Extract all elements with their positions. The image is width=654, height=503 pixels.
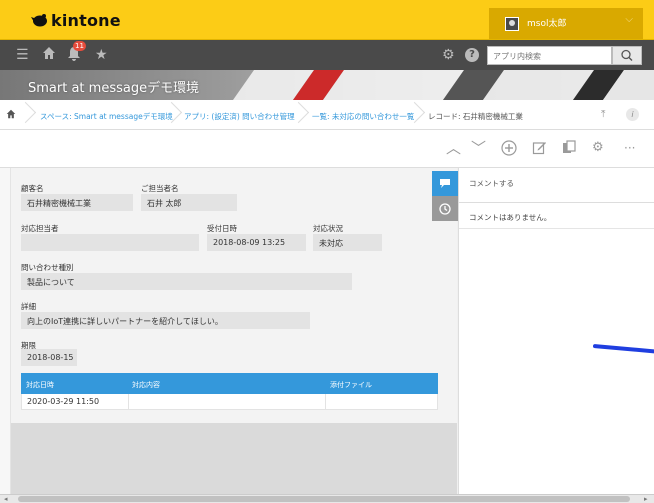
detail-value: 向上のIoT連携に詳しいパートナーを紹介してほしい。 [21,312,310,329]
user-avatar-icon [505,17,519,31]
record-footer-area [11,423,457,496]
horizontal-scrollbar[interactable]: ◂ ▸ [0,494,654,503]
global-nav: ☰ 11 ★ ⚙ ? アプリ内検索 [0,40,654,70]
history-icon [439,202,451,215]
subtable-cell: 2020-03-29 11:50 [27,397,100,406]
info-icon[interactable]: i [626,108,639,121]
received-label: 受付日時 [207,224,237,233]
home-icon[interactable] [6,109,16,121]
record-toolbar: ︿ ﹀ ⚙ ··· [0,130,654,168]
search-icon [621,49,633,61]
contact-label: ご担当者名 [141,184,179,193]
no-comments-text: コメントはありません。 [469,213,552,222]
status-label: 対応状況 [313,224,343,233]
comment-icon [440,179,450,188]
logo-text: kintone [51,10,121,30]
subtable-header-cell: 対応内容 [132,381,160,389]
home-icon[interactable] [42,46,56,65]
side-panel-tabs [432,171,458,221]
received-value: 2018-08-09 13:25 [207,234,306,251]
type-label: 問い合わせ種別 [21,263,74,272]
more-icon[interactable]: ··· [624,140,635,156]
breadcrumb-separator [291,100,301,130]
customer-label: 顧客名 [21,184,44,193]
pin-icon[interactable]: ⤒ [601,109,605,120]
space-title: Smart at messageデモ環境 [28,81,200,96]
comment-tab[interactable] [432,171,458,196]
deadline-value: 2018-08-15 [21,349,77,366]
user-name: msol太郎 [527,19,567,29]
scrollbar-thumb[interactable] [18,496,630,502]
breadcrumb-space[interactable]: スペース: Smart at messageデモ環境 [40,111,173,122]
gear-icon[interactable]: ⚙ [592,140,604,156]
edit-icon[interactable] [532,140,547,160]
contact-value: 石井 太郎 [141,194,237,211]
assignee-label: 対応担当者 [21,224,59,233]
breadcrumb-separator [407,100,417,130]
search-button[interactable] [612,46,642,65]
menu-icon[interactable]: ☰ [16,46,29,64]
subtable-header: 対応日時 対応内容 添付ファイル [21,373,438,394]
breadcrumb-app[interactable]: アプリ: (設定済) 問い合わせ管理 [184,111,295,122]
scroll-right-icon[interactable]: ▸ [644,495,648,503]
status-value: 未対応 [313,234,382,251]
response-subtable: 対応日時 対応内容 添付ファイル 2020-03-29 11:50 [21,373,438,410]
notification-badge: 11 [73,41,86,51]
table-row: 2020-03-29 11:50 [21,394,438,410]
left-gutter [0,130,11,494]
type-value: 製品について [21,273,352,290]
subtable-header-cell: 添付ファイル [330,381,372,389]
breadcrumb-view[interactable]: 一覧: 未対応の問い合わせ一覧 [312,111,414,122]
kintone-logo-icon [31,14,47,27]
user-menu[interactable]: msol太郎 ⌵ [489,8,643,39]
comment-panel: コメントする コメントはありません。 [458,168,654,496]
breadcrumb-separator [18,100,28,130]
customer-value: 石井精密機械工業 [21,194,133,211]
app-search-input[interactable]: アプリ内検索 [487,46,612,65]
breadcrumb: スペース: Smart at messageデモ環境 アプリ: (設定済) 問い… [0,100,654,130]
breadcrumb-record: レコード: 石井精密機械工業 [428,112,523,121]
history-tab[interactable] [432,196,458,221]
kintone-record-page: kintone msol太郎 ⌵ ☰ 11 ★ ⚙ ? アプリ内検索 Smart… [0,0,654,503]
chevron-up-icon[interactable]: ︿ [446,140,461,156]
chevron-down-icon: ⌵ [625,14,633,25]
comment-input[interactable]: コメントする [459,168,654,203]
scroll-left-icon[interactable]: ◂ [4,495,8,503]
chevron-down-icon[interactable]: ﹀ [471,140,486,156]
space-banner: Smart at messageデモ環境 [0,70,654,100]
star-icon[interactable]: ★ [95,46,108,64]
duplicate-icon[interactable] [562,140,576,160]
detail-label: 詳細 [21,302,36,311]
top-header: kintone msol太郎 ⌵ [0,0,654,40]
help-icon[interactable]: ? [465,48,479,62]
kintone-logo[interactable]: kintone [30,10,121,30]
breadcrumb-separator [164,100,174,130]
assignee-value [21,234,199,251]
gear-icon[interactable]: ⚙ [442,46,455,64]
subtable-header-cell: 対応日時 [26,381,54,389]
add-record-icon[interactable] [501,140,517,161]
comment-divider [459,228,654,229]
